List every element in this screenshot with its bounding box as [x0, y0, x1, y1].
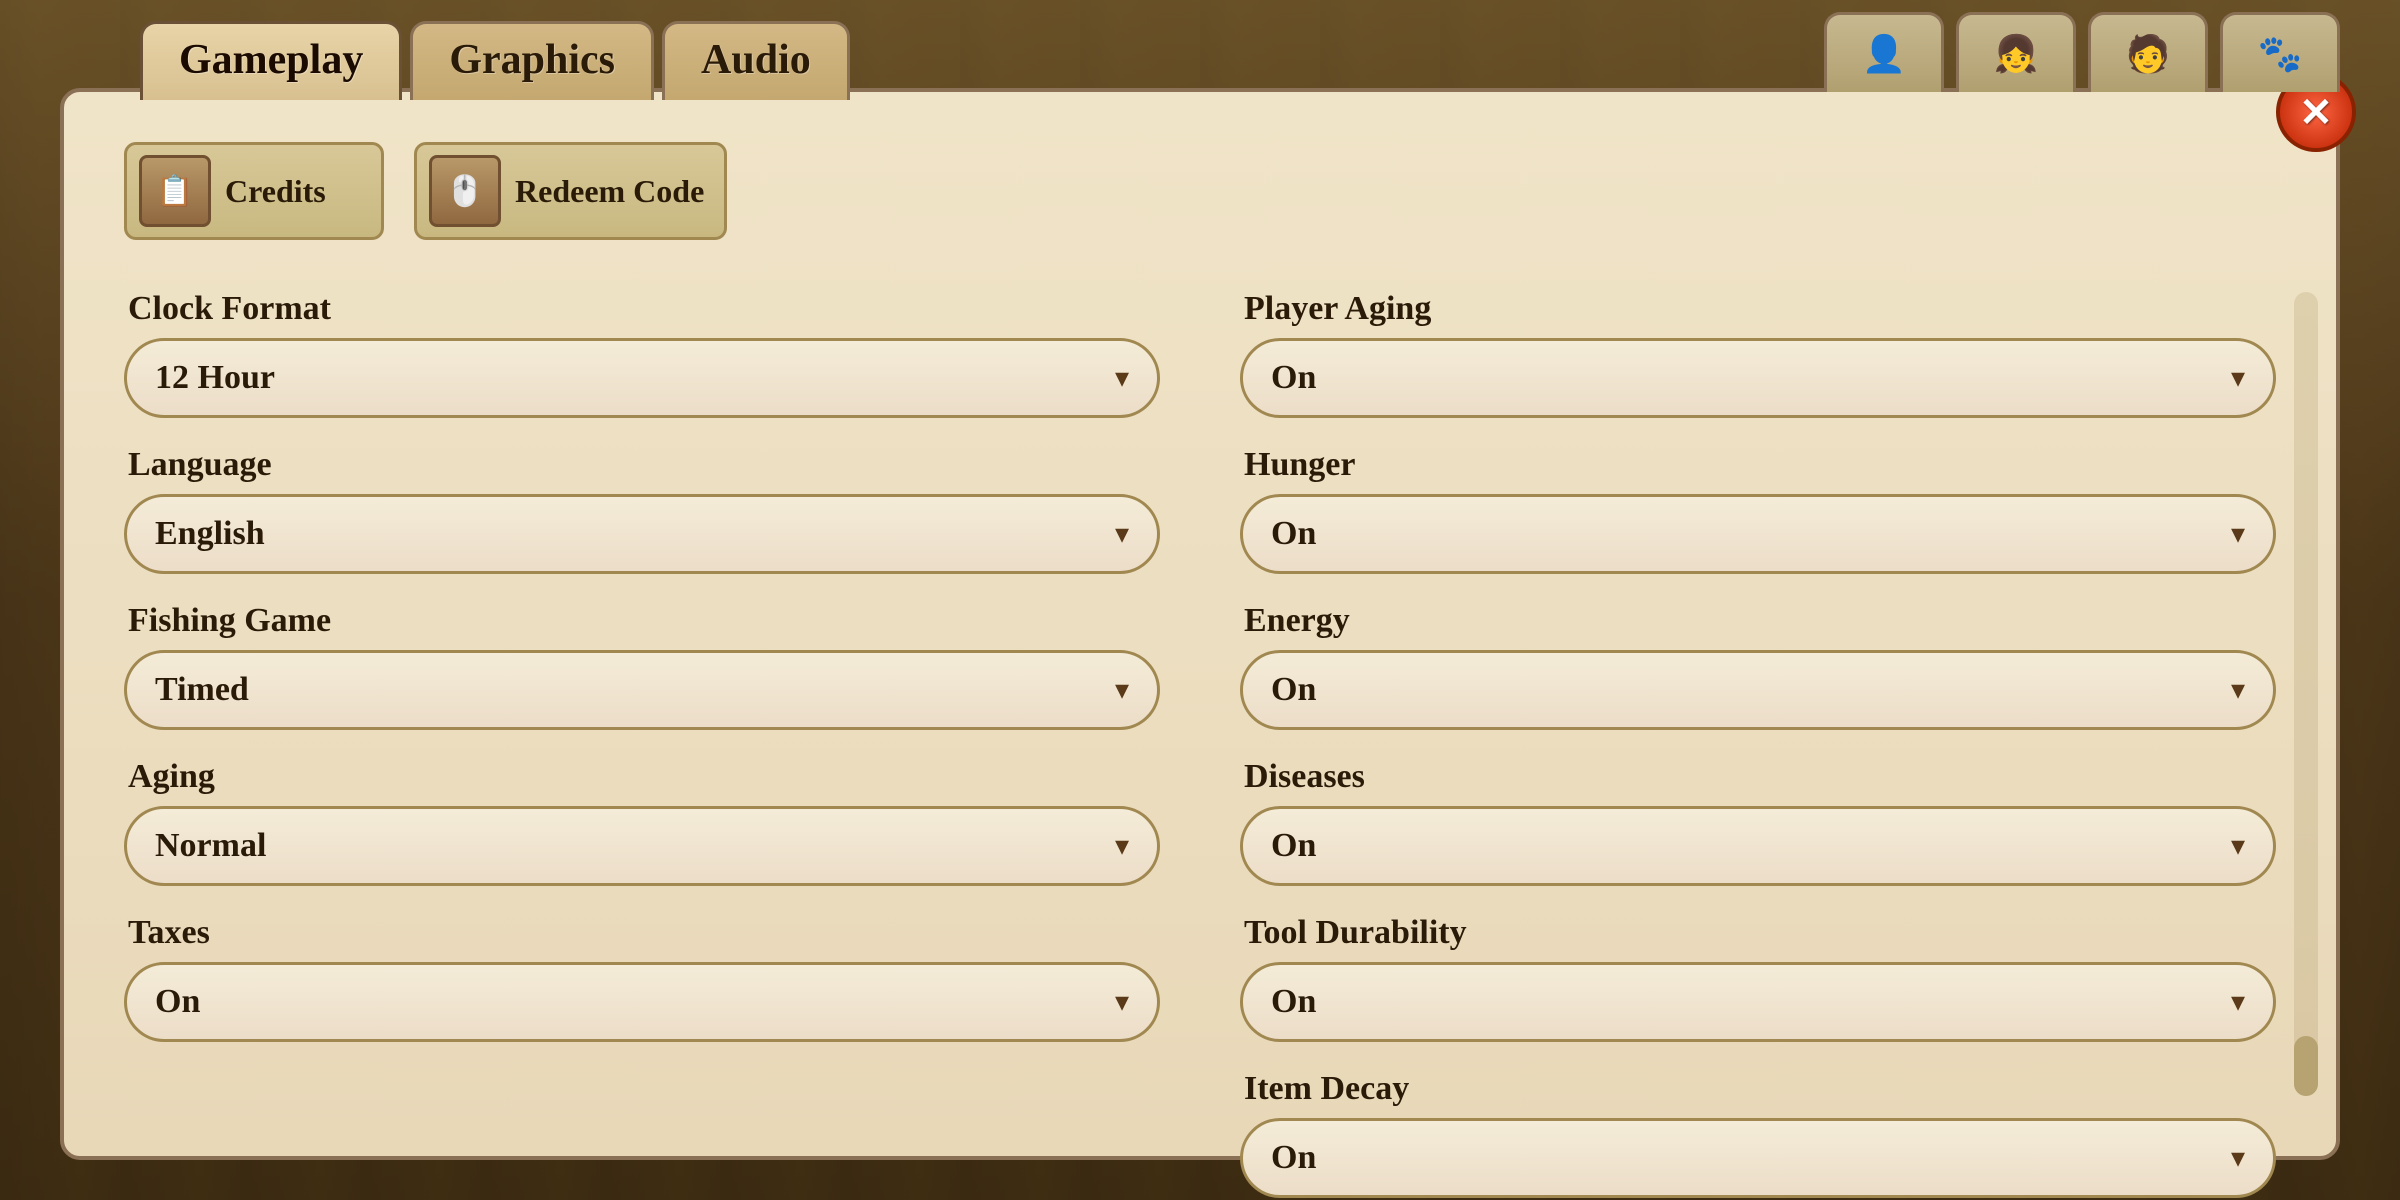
item-decay-arrow: ▾	[2231, 1141, 2245, 1175]
tool-durability-group: Tool Durability On ▾	[1240, 914, 2276, 1042]
top-buttons-row: 📋 Credits 🖱️ Redeem Code	[124, 142, 2276, 240]
clock-format-group: Clock Format 12 Hour ▾	[124, 290, 1160, 418]
scrollbar-track[interactable]	[2294, 292, 2318, 1096]
aging-dropdown[interactable]: Normal ▾	[124, 806, 1160, 886]
fishing-game-label: Fishing Game	[124, 602, 1160, 640]
tab-graphics[interactable]: Graphics	[410, 21, 654, 100]
item-decay-value: On	[1271, 1139, 1316, 1177]
hunger-value: On	[1271, 515, 1316, 553]
tool-durability-value: On	[1271, 983, 1316, 1021]
diseases-dropdown[interactable]: On ▾	[1240, 806, 2276, 886]
char-tab-4[interactable]: 🐾	[2220, 12, 2340, 92]
aging-arrow: ▾	[1115, 829, 1129, 863]
item-decay-group: Item Decay On ▾	[1240, 1070, 2276, 1198]
energy-dropdown[interactable]: On ▾	[1240, 650, 2276, 730]
redeem-code-button[interactable]: 🖱️ Redeem Code	[414, 142, 727, 240]
clock-format-arrow: ▾	[1115, 361, 1129, 395]
right-settings-column: Player Aging On ▾ Hunger On ▾ Energy On …	[1240, 290, 2276, 1198]
redeem-icon: 🖱️	[429, 155, 501, 227]
energy-group: Energy On ▾	[1240, 602, 2276, 730]
tool-durability-arrow: ▾	[2231, 985, 2245, 1019]
scrollbar-thumb[interactable]	[2294, 1036, 2318, 1096]
player-aging-value: On	[1271, 359, 1316, 397]
settings-columns: Clock Format 12 Hour ▾ Language English …	[124, 290, 2276, 1198]
char-tab-3[interactable]: 🧑	[2088, 12, 2208, 92]
player-aging-dropdown[interactable]: On ▾	[1240, 338, 2276, 418]
diseases-group: Diseases On ▾	[1240, 758, 2276, 886]
taxes-label: Taxes	[124, 914, 1160, 952]
redeem-label: Redeem Code	[515, 173, 704, 210]
left-settings-column: Clock Format 12 Hour ▾ Language English …	[124, 290, 1160, 1198]
fishing-game-arrow: ▾	[1115, 673, 1129, 707]
language-arrow: ▾	[1115, 517, 1129, 551]
diseases-value: On	[1271, 827, 1316, 865]
language-label: Language	[124, 446, 1160, 484]
clock-format-label: Clock Format	[124, 290, 1160, 328]
energy-value: On	[1271, 671, 1316, 709]
aging-group: Aging Normal ▾	[124, 758, 1160, 886]
player-aging-label: Player Aging	[1240, 290, 2276, 328]
hunger-label: Hunger	[1240, 446, 2276, 484]
taxes-arrow: ▾	[1115, 985, 1129, 1019]
character-tabs: 👤 👧 🧑 🐾	[1824, 12, 2400, 100]
credits-icon: 📋	[139, 155, 211, 227]
language-value: English	[155, 515, 265, 553]
item-decay-label: Item Decay	[1240, 1070, 2276, 1108]
tool-durability-label: Tool Durability	[1240, 914, 2276, 952]
energy-label: Energy	[1240, 602, 2276, 640]
player-aging-group: Player Aging On ▾	[1240, 290, 2276, 418]
clock-format-value: 12 Hour	[155, 359, 275, 397]
tab-bar: Gameplay Graphics Audio 👤 👧 🧑 🐾	[0, 0, 2400, 100]
char-tab-1[interactable]: 👤	[1824, 12, 1944, 92]
tab-gameplay[interactable]: Gameplay	[140, 21, 402, 100]
diseases-arrow: ▾	[2231, 829, 2245, 863]
clock-format-dropdown[interactable]: 12 Hour ▾	[124, 338, 1160, 418]
fishing-game-group: Fishing Game Timed ▾	[124, 602, 1160, 730]
energy-arrow: ▾	[2231, 673, 2245, 707]
credits-label: Credits	[225, 173, 326, 210]
fishing-game-value: Timed	[155, 671, 249, 709]
tool-durability-dropdown[interactable]: On ▾	[1240, 962, 2276, 1042]
player-aging-arrow: ▾	[2231, 361, 2245, 395]
item-decay-dropdown[interactable]: On ▾	[1240, 1118, 2276, 1198]
taxes-group: Taxes On ▾	[124, 914, 1160, 1042]
language-dropdown[interactable]: English ▾	[124, 494, 1160, 574]
taxes-dropdown[interactable]: On ▾	[124, 962, 1160, 1042]
char-tab-2[interactable]: 👧	[1956, 12, 2076, 92]
language-group: Language English ▾	[124, 446, 1160, 574]
fishing-game-dropdown[interactable]: Timed ▾	[124, 650, 1160, 730]
aging-label: Aging	[124, 758, 1160, 796]
aging-value: Normal	[155, 827, 266, 865]
credits-button[interactable]: 📋 Credits	[124, 142, 384, 240]
diseases-label: Diseases	[1240, 758, 2276, 796]
hunger-arrow: ▾	[2231, 517, 2245, 551]
tab-audio[interactable]: Audio	[662, 21, 850, 100]
hunger-dropdown[interactable]: On ▾	[1240, 494, 2276, 574]
taxes-value: On	[155, 983, 200, 1021]
hunger-group: Hunger On ▾	[1240, 446, 2276, 574]
main-panel: ✕ 📋 Credits 🖱️ Redeem Code Clock Format …	[60, 88, 2340, 1160]
